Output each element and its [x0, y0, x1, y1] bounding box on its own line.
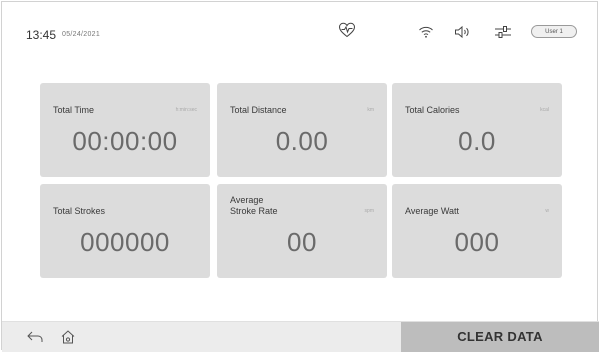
home-icon[interactable] — [60, 329, 76, 345]
tile-value: 0.00 — [275, 126, 329, 156]
clock-date: 05/24/2021 — [62, 31, 101, 38]
back-arrow-icon[interactable] — [26, 330, 44, 344]
tile-label: Total Time — [53, 105, 95, 115]
tile-unit: h:min:sec — [175, 107, 197, 113]
total-time-tile[interactable]: Total Time h:min:sec 00:00:00 — [40, 83, 210, 177]
device-screen: 13:45 05/24/2021 User 1 Total Time h:min… — [1, 1, 599, 352]
tile-label-line2: Stroke Rate — [230, 206, 278, 216]
heart-rate-icon[interactable] — [338, 22, 356, 38]
tile-value: 0.0 — [458, 126, 496, 156]
total-calories-tile[interactable]: Total Calories kcal 0.0 — [392, 83, 562, 177]
tile-unit: km — [367, 107, 374, 113]
volume-icon[interactable] — [454, 25, 472, 39]
tile-value: 000000 — [80, 227, 170, 257]
clock-time: 13:45 — [26, 28, 57, 42]
status-bar: 13:45 05/24/2021 User 1 — [2, 2, 599, 62]
settings-sliders-icon[interactable] — [494, 24, 512, 40]
tile-unit: kcal — [540, 107, 549, 113]
tile-label-line1: Average — [230, 195, 264, 205]
wifi-icon[interactable] — [418, 25, 434, 39]
tile-label: Average Watt — [405, 206, 460, 216]
bottom-bar: CLEAR DATA — [2, 321, 599, 352]
tile-label: Total Strokes — [53, 206, 106, 216]
tile-value: 00:00:00 — [72, 126, 178, 156]
tile-unit: spm — [364, 208, 374, 214]
average-watt-tile[interactable]: Average Watt w 000 — [392, 184, 562, 278]
tile-value: 000 — [454, 227, 500, 257]
total-strokes-tile[interactable]: Total Strokes 000000 — [40, 184, 210, 278]
clear-data-button[interactable]: CLEAR DATA — [401, 322, 599, 352]
average-stroke-rate-tile[interactable]: Average Stroke Rate spm 00 — [217, 184, 387, 278]
tile-label: Total Calories — [405, 105, 460, 115]
total-distance-tile[interactable]: Total Distance km 0.00 — [217, 83, 387, 177]
tile-value: 00 — [287, 227, 317, 257]
tile-label: Average Stroke Rate — [230, 195, 278, 217]
tile-unit: w — [545, 208, 549, 214]
tile-label: Total Distance — [230, 105, 287, 115]
user-button[interactable]: User 1 — [531, 25, 577, 38]
